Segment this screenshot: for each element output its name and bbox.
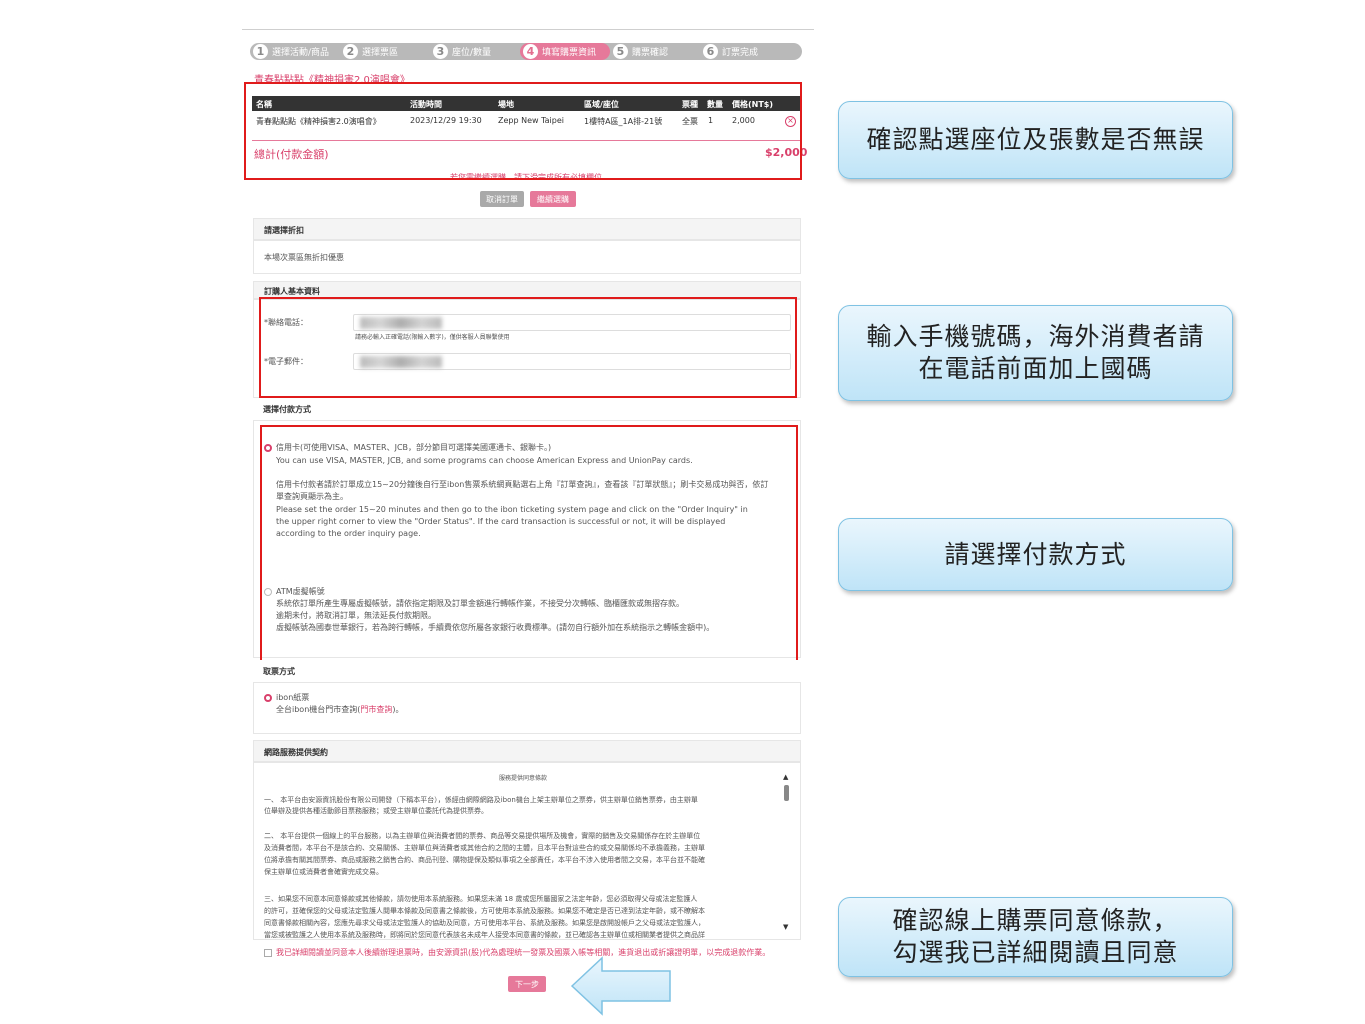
agree-checkbox[interactable] bbox=[264, 948, 272, 957]
highlight-order-summary bbox=[244, 82, 802, 180]
terms-panel: 服務提供同意條款 一、 本平台由安源資訊股份有限公司開發（下稱本平台），係經由網… bbox=[253, 762, 801, 940]
step-2: 2 選擇票區 bbox=[343, 43, 398, 60]
progress-stepper: 1 選擇活動/商品 2 選擇票區 3 座位/數量 4 填寫購票資訊 5 購票確認 6 訂票完… bbox=[250, 43, 802, 60]
callout-seat-check: 確認點選座位及張數是否無誤 bbox=[838, 101, 1233, 179]
callout-terms-line: 確認線上購票同意條款， bbox=[892, 906, 1179, 935]
top-divider bbox=[242, 29, 814, 30]
terms-p1-line: 一、 本平台由安源資訊股份有限公司開發（下稱本平台），係經由網際網路及ibon機… bbox=[264, 796, 698, 804]
callout-phone: 輸入手機號碼，海外消費者請 在電話前面加上國碼 bbox=[838, 305, 1233, 401]
pickup-text: 全台ibon機台門市查詢(門市查詢)。 bbox=[276, 704, 404, 716]
callout-payment: 請選擇付款方式 bbox=[838, 518, 1233, 591]
highlight-payment bbox=[260, 425, 798, 662]
terms-p3-line: 的許可，並確保您的父母或法定監護人閱畢本條款及同意書之條款後，方可使用本系統及服… bbox=[264, 907, 705, 915]
arrow-left-icon bbox=[570, 956, 671, 1016]
next-step-button[interactable]: 下一步 bbox=[508, 976, 546, 992]
agree-label: 我已詳細閱讀並同意本人後續辦理退票時，由安源資訊(股)代為處理統一發票及國票入帳… bbox=[276, 948, 771, 957]
pickup-header: 取票方式 bbox=[253, 660, 801, 682]
pickup-option[interactable]: ibon紙票 bbox=[264, 692, 309, 704]
callout-terms: 確認線上購票同意條款， 勾選我已詳細閱讀且同意 bbox=[838, 897, 1233, 977]
discount-header: 請選擇折扣 bbox=[253, 218, 801, 240]
callout-payment-text: 請選擇付款方式 bbox=[944, 539, 1127, 569]
cancel-order-button[interactable]: 取消訂單 bbox=[480, 191, 524, 207]
pickup-text-prefix: 全台ibon機台門市查詢( bbox=[276, 705, 361, 714]
terms-p3: 三、如果您不同意本同意條款或其他條款，請勿使用本系統服務。如果您未滿 18 歲或… bbox=[264, 893, 705, 939]
step-3: 3 座位/數量 bbox=[433, 43, 491, 60]
terms-p3-line: 當您或被監護之人使用本系統及服務時，即將同於您同意代表該名未成年人接受本同意書的… bbox=[264, 931, 705, 939]
terms-p2-line: 二、 本平台提供一個線上的平台服務，以為主辦單位與消費者間的票券、商品等交易提供… bbox=[264, 832, 701, 840]
terms-p1-line: 位舉辦及提供各種活動節目票務服務；或受主辦單位委託代為提供票券。 bbox=[264, 807, 488, 815]
payment-header: 選擇付款方式 bbox=[253, 398, 801, 420]
terms-header: 網路服務提供契約 bbox=[253, 740, 801, 762]
pickup-text-suffix: )。 bbox=[392, 705, 404, 714]
agree-row[interactable]: 我已詳細閱讀並同意本人後續辦理退票時，由安源資訊(股)代為處理統一發票及國票入帳… bbox=[264, 947, 770, 958]
terms-p2: 二、 本平台提供一個線上的平台服務，以為主辦單位與消費者間的票券、商品等交易提供… bbox=[264, 830, 705, 878]
pickup-panel: ibon紙票 全台ibon機台門市查詢(門市查詢)。 bbox=[253, 682, 801, 734]
terms-scrollbar[interactable]: ▲ ▼ bbox=[782, 773, 792, 933]
terms-p3-line: 同意書條款相關內容，您應先尋求父母或法定監護人的協助及同意，方可使用本平台、系統… bbox=[264, 919, 705, 927]
terms-p2-line: 及消費者間，本平台不是該合約、交易關係、主辦單位與消費者或其他合約之間的主體，且… bbox=[264, 844, 705, 852]
terms-p2-line: 保主辦單位或消費者會確實完成交易。 bbox=[264, 868, 383, 876]
highlight-buyer-info bbox=[259, 297, 797, 398]
step-4: 4 填寫購票資訊 bbox=[523, 43, 596, 60]
callout-terms-line: 勾選我已詳細閱讀且同意 bbox=[892, 938, 1179, 967]
callout-seat-check-text: 確認點選座位及張數是否無誤 bbox=[866, 125, 1205, 154]
discount-text: 本場次票區無折扣優惠 bbox=[264, 253, 344, 262]
terms-doc-title: 服務提供同意條款 bbox=[498, 775, 547, 782]
continue-shopping-button[interactable]: 繼續選購 bbox=[530, 191, 576, 207]
scroll-up-icon[interactable]: ▲ bbox=[783, 773, 788, 781]
callout-phone-line: 輸入手機號碼，海外消費者請 bbox=[866, 322, 1205, 351]
step-1: 1 選擇活動/商品 bbox=[253, 43, 329, 60]
step-5: 5 購票確認 bbox=[613, 43, 668, 60]
terms-p2-line: 位將承擔有關其間票券、商品或服務之銷售合約、商品刊登、購物提保及類似事項之全部責… bbox=[264, 856, 705, 864]
terms-p1: 一、 本平台由安源資訊股份有限公司開發（下稱本平台），係經由網際網路及ibon機… bbox=[264, 795, 698, 817]
pickup-option-label: ibon紙票 bbox=[276, 693, 310, 702]
step-6: 6 訂票完成 bbox=[703, 43, 758, 60]
terms-p3-line: 三、如果您不同意本同意條款或其他條款，請勿使用本系統服務。如果您未滿 18 歲或… bbox=[264, 895, 698, 903]
discount-panel: 本場次票區無折扣優惠 bbox=[253, 240, 801, 274]
scroll-thumb[interactable] bbox=[784, 785, 789, 801]
scroll-down-icon[interactable]: ▼ bbox=[783, 923, 788, 931]
pickup-radio[interactable] bbox=[264, 693, 272, 702]
store-lookup-link[interactable]: 門市查詢 bbox=[360, 705, 392, 714]
callout-phone-line: 在電話前面加上國碼 bbox=[918, 354, 1153, 383]
